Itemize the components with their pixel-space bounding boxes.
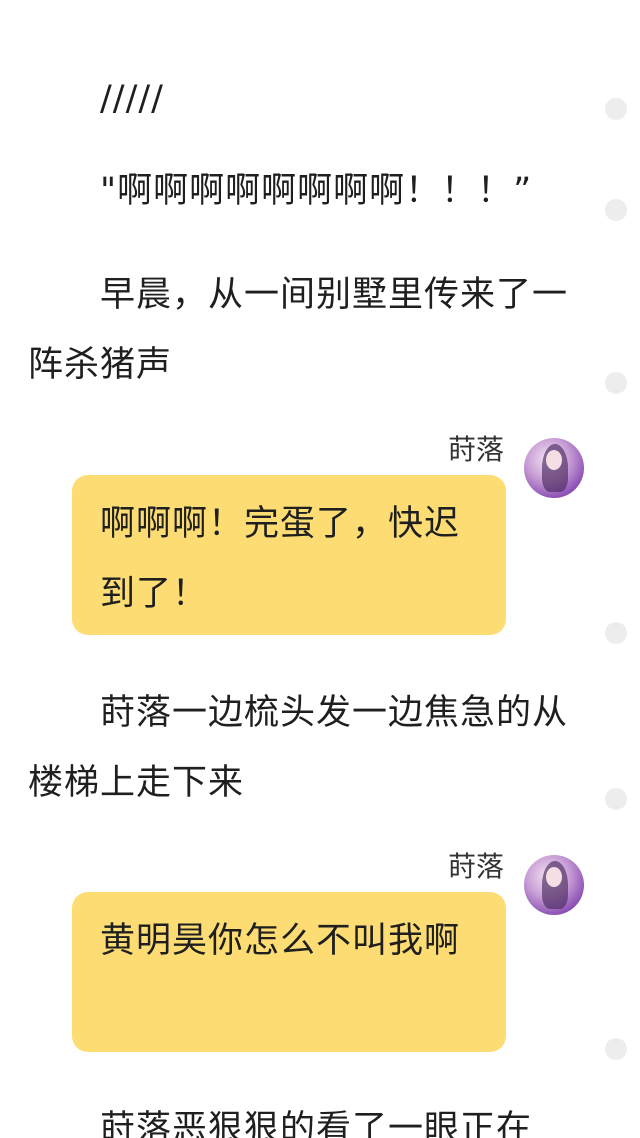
scroll-indicator-dot[interactable] [605, 1038, 627, 1060]
scroll-indicator-dot[interactable] [605, 622, 627, 644]
speaker-avatar[interactable] [524, 855, 584, 915]
chat-bubble: 啊啊啊！完蛋了，快迟到了！ [72, 475, 506, 635]
avatar-face-shape [546, 867, 562, 887]
scroll-indicator-dot[interactable] [605, 788, 627, 810]
story-paragraph: "啊啊啊啊啊啊啊啊！！！” [100, 171, 533, 211]
scroll-indicator-dot[interactable] [605, 372, 627, 394]
scroll-indicator-dot[interactable] [605, 199, 627, 221]
chat-bubble: 黄明昊你怎么不叫我啊 [72, 892, 506, 1052]
speaker-name: 莳落 [447, 433, 504, 466]
scroll-indicator-dot[interactable] [605, 98, 627, 120]
story-reader: ///// "啊啊啊啊啊啊啊啊！！！” 早晨，从一间别墅里传来了一阵杀猪声 莳落… [0, 0, 640, 1138]
story-paragraph: ///// [100, 79, 164, 119]
story-paragraph: 莳落一边梳头发一边焦急的从楼梯上走下来 [28, 693, 569, 803]
speaker-name: 莳落 [447, 850, 504, 883]
avatar-face-shape [546, 450, 562, 470]
story-paragraph: 莳落恶狠狠的看了一眼正在 [100, 1109, 533, 1138]
speaker-avatar[interactable] [524, 438, 584, 498]
story-paragraph: 早晨，从一间别墅里传来了一阵杀猪声 [28, 275, 569, 385]
